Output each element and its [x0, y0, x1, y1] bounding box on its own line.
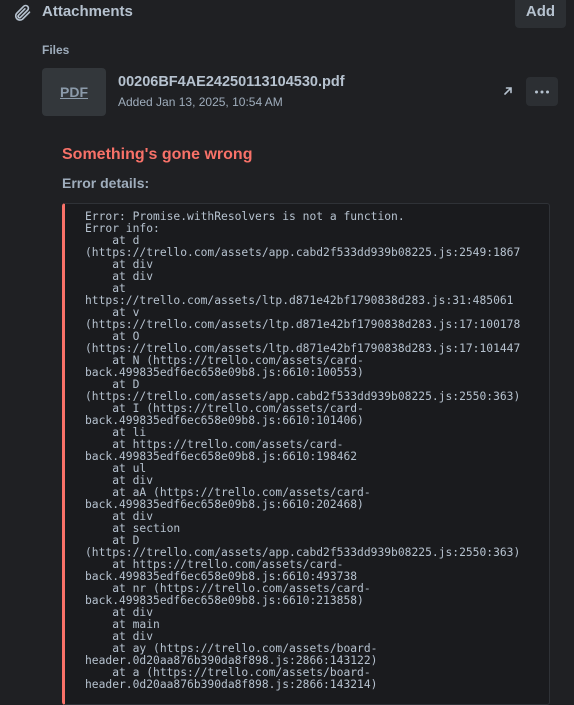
error-stack-trace: Error: Promise.withResolvers is not a fu…: [85, 210, 521, 691]
attachments-header: Attachments Add: [0, 0, 574, 28]
file-name[interactable]: 00206BF4AE24250113104530.pdf: [118, 74, 345, 90]
file-added-date: Added Jan 13, 2025, 10:54 AM: [118, 95, 283, 109]
add-attachment-button[interactable]: Add: [515, 0, 566, 28]
error-details-label: Error details:: [62, 175, 150, 191]
more-options-button[interactable]: [526, 77, 558, 106]
attachments-title: Attachments: [42, 3, 133, 20]
files-section-label: Files: [42, 43, 70, 57]
file-type-label: PDF: [60, 84, 88, 100]
error-details-box[interactable]: Error: Promise.withResolvers is not a fu…: [62, 203, 550, 705]
file-thumbnail[interactable]: PDF: [42, 68, 106, 116]
more-options-icon: [535, 90, 549, 93]
error-title: Something's gone wrong: [62, 146, 253, 163]
open-external-icon[interactable]: [500, 83, 516, 99]
paperclip-icon: [14, 4, 31, 21]
